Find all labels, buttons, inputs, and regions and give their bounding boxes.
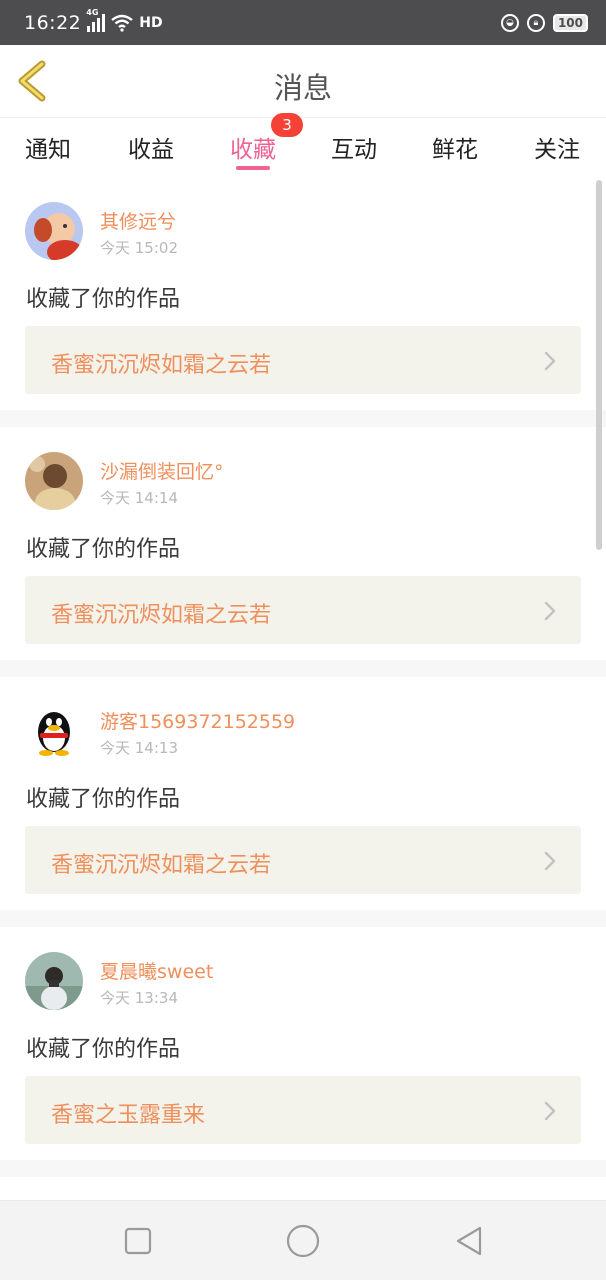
status-time: 16:22	[24, 11, 82, 34]
avatar[interactable]	[25, 202, 83, 260]
square-icon[interactable]	[124, 1227, 152, 1255]
wifi-icon	[111, 14, 134, 32]
list-item: 夏晨曦sweet 今天 13:34 收藏了你的作品 香蜜之玉露重来	[0, 930, 606, 1160]
chevron-right-icon	[544, 351, 556, 371]
timestamp: 今天 13:34	[100, 989, 178, 1007]
timestamp: 今天 14:14	[100, 489, 178, 507]
username[interactable]: 游客1569372152559	[100, 707, 295, 734]
timestamp: 今天 14:13	[100, 739, 178, 757]
avatar[interactable]	[25, 702, 83, 760]
action-text: 收藏了你的作品	[26, 1037, 181, 1062]
header: 消息	[0, 45, 606, 118]
tab-badge-count: 3	[271, 113, 303, 137]
username[interactable]: 沙漏倒装回忆°	[100, 457, 224, 484]
work-title: 香蜜之玉露重来	[51, 1103, 206, 1128]
divider	[0, 410, 606, 427]
work-title: 香蜜沉沉烬如霜之云若	[51, 853, 272, 878]
tab-active-indicator	[236, 166, 270, 170]
network-type: 4G	[86, 7, 99, 17]
action-text: 收藏了你的作品	[26, 537, 181, 562]
battery-icon: 100	[552, 13, 588, 32]
username[interactable]: 夏晨曦sweet	[100, 957, 213, 984]
work-title: 香蜜沉沉烬如霜之云若	[51, 603, 272, 628]
divider	[0, 910, 606, 927]
circle-icon[interactable]	[286, 1224, 320, 1258]
list-item: 其修远兮 今天 15:02 收藏了你的作品 香蜜沉沉烬如霜之云若	[0, 180, 606, 410]
lock-rotation-icon: 🔒︎	[526, 13, 545, 32]
tab-follows[interactable]: 关注	[534, 130, 580, 164]
tab-notifications[interactable]: 通知	[25, 130, 71, 164]
avatar[interactable]	[25, 452, 83, 510]
scrollbar[interactable]	[596, 180, 602, 550]
status-bar: 16:22 4G HD ◒ 🔒︎ 100	[0, 0, 606, 45]
data-saver-icon: ◒	[500, 13, 519, 32]
work-link[interactable]: 香蜜沉沉烬如霜之云若	[25, 826, 581, 894]
chevron-right-icon	[544, 851, 556, 871]
chevron-right-icon	[544, 1101, 556, 1121]
action-text: 收藏了你的作品	[26, 287, 181, 312]
avatar[interactable]	[25, 952, 83, 1010]
work-link[interactable]: 香蜜之玉露重来	[25, 1076, 581, 1144]
signal-icon: 4G	[86, 8, 106, 32]
hd-icon: HD	[139, 14, 163, 31]
divider	[0, 660, 606, 677]
triangle-back-icon[interactable]	[454, 1225, 484, 1257]
system-nav-bar	[0, 1200, 606, 1280]
tab-interactions[interactable]: 互动	[331, 130, 377, 164]
timestamp: 今天 15:02	[100, 239, 178, 257]
work-link[interactable]: 香蜜沉沉烬如霜之云若	[25, 576, 581, 644]
tab-favorites[interactable]: 收藏	[230, 130, 276, 164]
tab-earnings[interactable]: 收益	[128, 130, 174, 164]
message-list[interactable]: 其修远兮 今天 15:02 收藏了你的作品 香蜜沉沉烬如霜之云若 沙漏倒装回忆°…	[0, 180, 606, 1200]
page-title: 消息	[273, 71, 332, 105]
list-item: 沙漏倒装回忆° 今天 14:14 收藏了你的作品 香蜜沉沉烬如霜之云若	[0, 430, 606, 660]
action-text: 收藏了你的作品	[26, 787, 181, 812]
tab-bar: 通知 收益 收藏 互动 鲜花 关注 3	[0, 113, 606, 180]
tab-flowers[interactable]: 鲜花	[432, 130, 478, 164]
work-title: 香蜜沉沉烬如霜之云若	[51, 353, 272, 378]
list-item: 游客1569372152559 今天 14:13 收藏了你的作品 香蜜沉沉烬如霜…	[0, 680, 606, 910]
divider	[0, 1160, 606, 1177]
username[interactable]: 其修远兮	[100, 207, 176, 234]
work-link[interactable]: 香蜜沉沉烬如霜之云若	[25, 326, 581, 394]
chevron-right-icon	[544, 601, 556, 621]
